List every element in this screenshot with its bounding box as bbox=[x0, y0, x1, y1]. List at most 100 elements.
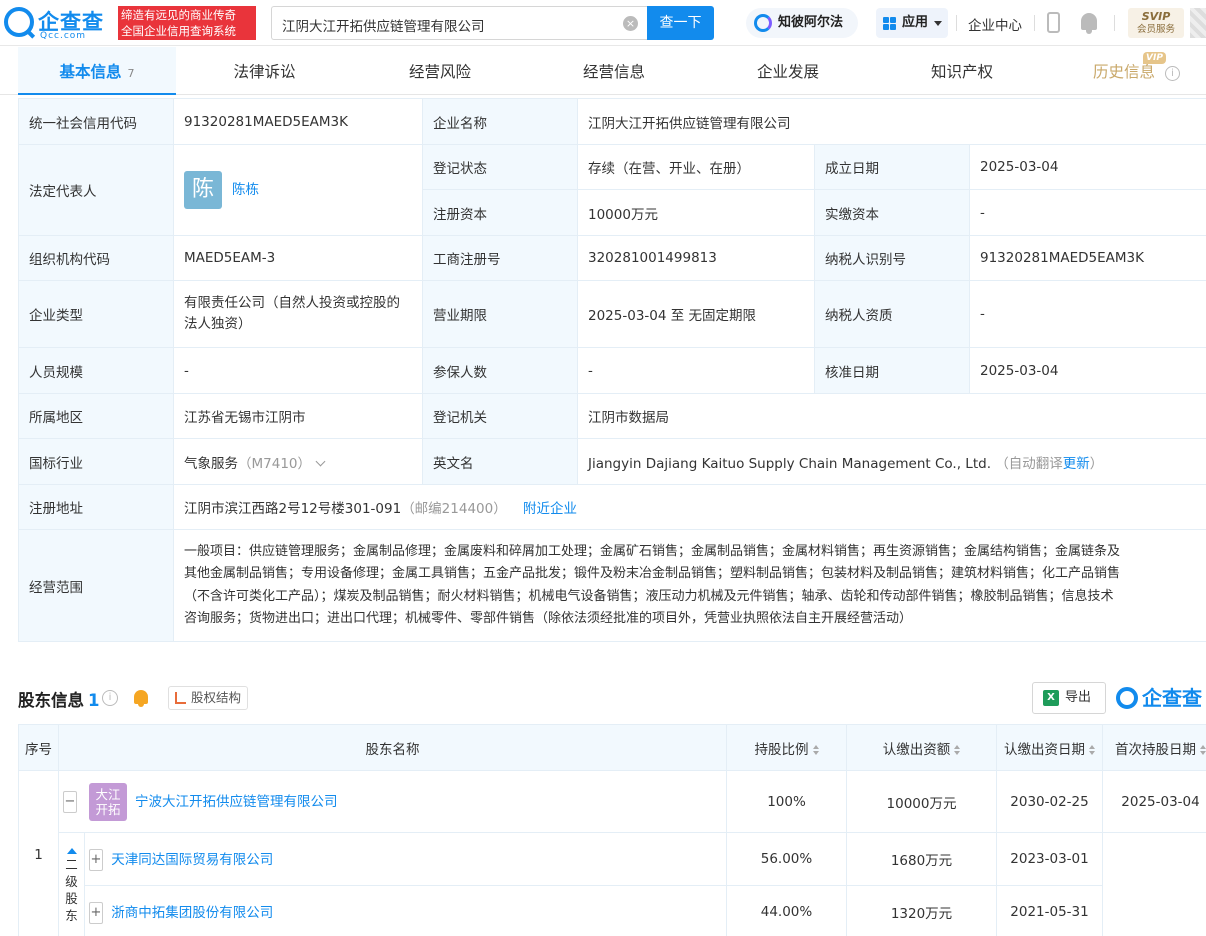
bell-icon[interactable] bbox=[134, 690, 148, 707]
phone-icon[interactable] bbox=[1047, 12, 1060, 33]
shareholder-link[interactable]: 宁波大江开拓供应链管理有限公司 bbox=[135, 794, 338, 810]
logo-text: 大江 bbox=[95, 786, 121, 802]
search-button[interactable]: 查一下 bbox=[647, 6, 714, 40]
grid-icon bbox=[883, 17, 896, 30]
bell-icon[interactable] bbox=[1081, 13, 1097, 34]
top-header: 企查查 Qcc.com 缔造有远见的商业传奇 全国企业信用查询系统 江阴大江开拓… bbox=[0, 0, 1206, 46]
reg-capital-value: 10000万元 bbox=[577, 189, 815, 236]
legal-rep-avatar[interactable]: 陈 bbox=[184, 171, 222, 209]
level-label[interactable]: 二 级 股 东 bbox=[59, 847, 84, 924]
qcc-watermark-logo: 企查查 bbox=[1116, 684, 1202, 712]
tab-basic-info[interactable]: 基本信息 7 bbox=[18, 47, 176, 95]
caret-down-icon bbox=[934, 21, 942, 30]
shareholder-link[interactable]: 浙商中拓集团股份有限公司 bbox=[111, 905, 273, 921]
export-button[interactable]: X 导出 bbox=[1032, 682, 1106, 714]
svip-button[interactable]: SVIP 会员服务 bbox=[1128, 8, 1184, 38]
avatar[interactable] bbox=[1190, 8, 1206, 38]
info-icon[interactable]: i bbox=[1165, 66, 1180, 81]
table-row: 1 − 大江 开拓 宁波大江开拓供应链管理有限公司 100% 10000万元 2030… bbox=[18, 770, 1206, 936]
company-type-value: 有限责任公司（自然人投资或控股的 法人独资） bbox=[173, 280, 423, 348]
column-header-label: 认缴出资额 bbox=[882, 741, 951, 758]
apps-menu-button[interactable]: 应用 bbox=[876, 8, 948, 38]
column-header: 股东名称 bbox=[58, 724, 727, 771]
english-name-value: Jiangyin Dajiang Kaituo Supply Chain Man… bbox=[588, 455, 991, 472]
level-char: 股 bbox=[65, 890, 78, 906]
field-label: 注册资本 bbox=[422, 189, 578, 236]
update-link[interactable]: 更新 bbox=[1063, 456, 1090, 472]
company-logo[interactable]: 大江 开拓 bbox=[89, 782, 127, 821]
column-header-sub-date[interactable]: 认缴出资日期 bbox=[996, 724, 1103, 771]
industry-value: 气象服务 bbox=[184, 455, 238, 472]
level-char: 级 bbox=[65, 873, 78, 889]
divider bbox=[956, 15, 957, 31]
tab-development[interactable]: 企业发展 bbox=[701, 47, 875, 95]
column-header-ratio[interactable]: 持股比例 bbox=[726, 724, 847, 771]
alpha-icon bbox=[754, 14, 772, 32]
chevron-down-icon[interactable] bbox=[315, 456, 326, 466]
legal-rep-link[interactable]: 陈栋 bbox=[232, 182, 259, 198]
first-date-value: 2025-03-04 bbox=[1102, 770, 1206, 833]
search-input[interactable]: 江阴大江开拓供应链管理有限公司 × bbox=[271, 6, 648, 40]
credit-code-value: 91320281MAED5EAM3K bbox=[173, 98, 423, 145]
structure-icon bbox=[175, 692, 186, 704]
approval-date-value: 2025-03-04 bbox=[969, 347, 1206, 394]
reg-authority-value: 江阴市数据局 bbox=[577, 393, 1206, 439]
divider bbox=[1034, 15, 1035, 31]
field-label: 国标行业 bbox=[18, 438, 174, 485]
postcode: （邮编214400） bbox=[401, 501, 507, 517]
excel-icon: X bbox=[1043, 690, 1059, 706]
info-icon[interactable]: i bbox=[102, 690, 118, 706]
slogan-banner[interactable]: 缔造有远见的商业传奇 全国企业信用查询系统 bbox=[118, 6, 256, 40]
equity-structure-button[interactable]: 股权结构 bbox=[168, 686, 249, 710]
sort-icon[interactable] bbox=[1200, 744, 1206, 755]
field-label: 成立日期 bbox=[814, 144, 970, 190]
sort-icon[interactable] bbox=[1089, 744, 1095, 755]
field-label: 企业类型 bbox=[18, 280, 174, 348]
address-cell: 江阴市滨江西路2号12号楼301-091（邮编214400） 附近企业 bbox=[173, 484, 1206, 530]
sub-date-value: 2030-02-25 bbox=[996, 770, 1103, 833]
sort-icon[interactable] bbox=[812, 744, 819, 755]
scope-line: 一般项目：供应链管理服务；金属制品修理；金属废料和碎屑加工处理；金属矿石销售；金… bbox=[184, 543, 1121, 559]
shareholders-title-text: 股东信息 bbox=[18, 691, 84, 710]
shareholder-name-cell: − 大江 开拓 宁波大江开拓供应链管理有限公司 bbox=[58, 770, 727, 833]
collapse-button[interactable]: − bbox=[63, 790, 77, 813]
field-label: 组织机构代码 bbox=[18, 235, 174, 281]
shareholder-link[interactable]: 天津同达国际贸易有限公司 bbox=[111, 852, 273, 868]
tab-operation[interactable]: 经营信息 bbox=[527, 47, 701, 95]
export-label: 导出 bbox=[1065, 690, 1092, 705]
found-date-value: 2025-03-04 bbox=[969, 144, 1206, 190]
industry-cell[interactable]: 气象服务（M7410） bbox=[173, 438, 423, 485]
field-label: 法定代表人 bbox=[18, 144, 174, 236]
legal-rep-cell: 陈陈栋 bbox=[173, 144, 423, 236]
field-label: 所属地区 bbox=[18, 393, 174, 439]
expand-button[interactable]: + bbox=[89, 848, 103, 871]
level-char: 二 bbox=[65, 856, 78, 872]
logo-domain: Qcc.com bbox=[40, 31, 87, 41]
field-label: 工商注册号 bbox=[422, 235, 578, 281]
enterprise-center-link[interactable]: 企业中心 bbox=[968, 14, 1022, 34]
svip-label: SVIP bbox=[1141, 10, 1171, 23]
tab-legal[interactable]: 法律诉讼 bbox=[176, 47, 353, 95]
amount-value: 10000万元 bbox=[846, 770, 997, 833]
industry-code: （M7410） bbox=[238, 455, 312, 472]
amount-value: 1320万元 bbox=[846, 885, 997, 936]
zhibi-alpha-button[interactable]: 知彼阿尔法 bbox=[746, 8, 858, 38]
column-header-label: 持股比例 bbox=[754, 741, 809, 758]
ratio-value: 56.00% bbox=[726, 832, 847, 886]
column-header-first-date[interactable]: 首次持股日期 bbox=[1102, 724, 1206, 771]
caret-up-icon bbox=[66, 847, 77, 854]
qcc-logo[interactable]: 企查查 Qcc.com bbox=[4, 6, 116, 41]
field-label: 纳税人资质 bbox=[814, 280, 970, 348]
column-header-amount[interactable]: 认缴出资额 bbox=[846, 724, 997, 771]
clear-icon[interactable]: × bbox=[623, 16, 638, 31]
staff-size-value: - bbox=[173, 347, 423, 394]
biz-reg-no-value: 320281001499813 bbox=[577, 235, 815, 281]
nearby-companies-link[interactable]: 附近企业 bbox=[523, 501, 577, 517]
tab-label: 基本信息 bbox=[59, 63, 122, 81]
logo-ring-icon bbox=[4, 7, 34, 37]
field-label: 英文名 bbox=[422, 438, 578, 485]
tab-risk[interactable]: 经营风险 bbox=[353, 47, 527, 95]
tab-ip[interactable]: 知识产权 bbox=[875, 47, 1049, 95]
expand-button[interactable]: + bbox=[89, 901, 103, 924]
sort-icon[interactable] bbox=[954, 744, 961, 755]
